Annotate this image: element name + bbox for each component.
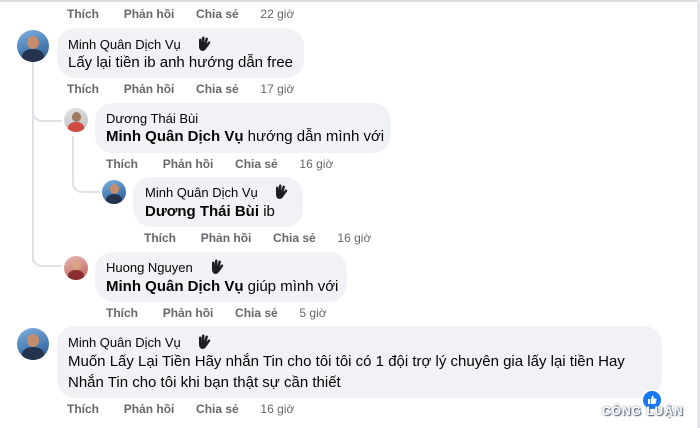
reply-button[interactable]: Phản hồi: [124, 402, 175, 416]
comment-text: Minh Quân Dịch Vụ giúp mình với: [106, 278, 339, 295]
avatar[interactable]: [17, 30, 49, 62]
reply-button[interactable]: Phản hồi: [201, 231, 252, 245]
top-divider: [0, 0, 700, 2]
comment-actions: Thích Phản hồi Chia sẻ 16 giờ: [67, 402, 294, 416]
reply-button[interactable]: Phản hồi: [124, 7, 175, 21]
share-button[interactable]: Chia sẻ: [235, 306, 278, 320]
avatar[interactable]: [64, 256, 88, 280]
waving-hand-icon: [199, 334, 211, 349]
like-button[interactable]: Thích: [144, 231, 176, 245]
share-button[interactable]: Chia sẻ: [273, 231, 316, 245]
share-button[interactable]: Chia sẻ: [196, 7, 239, 21]
comment-text-line: Muốn Lấy Lại Tiền Hãy nhắn Tin cho tôi t…: [68, 353, 625, 370]
reply-button[interactable]: Phản hồi: [124, 82, 175, 96]
like-button[interactable]: Thích: [67, 402, 99, 416]
comment-text-line: Nhắn Tin cho tôi khi bạn thật sự cần thi…: [68, 374, 341, 391]
like-button[interactable]: Thích: [67, 82, 99, 96]
comment-author[interactable]: Huong Nguyen: [106, 260, 193, 275]
reply-button[interactable]: Phản hồi: [163, 306, 214, 320]
avatar[interactable]: [64, 108, 88, 132]
comment-time[interactable]: 16 giờ: [260, 402, 294, 416]
comment-actions: Thích Phản hồi Chia sẻ 17 giờ: [67, 82, 294, 96]
thread-connector: [32, 100, 62, 122]
comment-time[interactable]: 17 giờ: [260, 82, 294, 96]
thread-line: [72, 136, 74, 176]
comment-time[interactable]: 5 giờ: [299, 306, 326, 320]
comment-text: Dương Thái Bùi ib: [145, 203, 275, 220]
comment-actions: Thích Phản hồi Chia sẻ 22 giờ: [67, 7, 294, 21]
comment-author[interactable]: Minh Quân Dịch Vụ: [68, 37, 181, 52]
thread-connector: [72, 173, 100, 193]
share-button[interactable]: Chia sẻ: [196, 82, 239, 96]
comment-author[interactable]: Dương Thái Bùi: [106, 111, 198, 126]
mention-link[interactable]: Minh Quân Dịch Vụ: [106, 278, 244, 295]
avatar[interactable]: [102, 180, 126, 204]
thread-connector: [32, 245, 62, 267]
comment-author[interactable]: Minh Quân Dịch Vụ: [145, 185, 258, 200]
comment-actions: Thích Phản hồi Chia sẻ 5 giờ: [106, 306, 327, 320]
like-button[interactable]: Thích: [106, 306, 138, 320]
comment-time[interactable]: 16 giờ: [299, 157, 333, 171]
thread-line: [32, 62, 34, 262]
comment-author[interactable]: Minh Quân Dịch Vụ: [68, 335, 181, 350]
waving-hand-icon: [276, 184, 288, 199]
reply-button[interactable]: Phản hồi: [163, 157, 214, 171]
mention-link[interactable]: Minh Quân Dịch Vụ: [106, 128, 244, 145]
comment-time[interactable]: 22 giờ: [260, 7, 294, 21]
like-button[interactable]: Thích: [67, 7, 99, 21]
share-button[interactable]: Chia sẻ: [196, 402, 239, 416]
waving-hand-icon: [199, 36, 211, 51]
waving-hand-icon: [212, 259, 224, 274]
watermark: CÔNG LUẬN: [602, 404, 684, 418]
mention-link[interactable]: Dương Thái Bùi: [145, 203, 259, 220]
avatar[interactable]: [17, 328, 49, 360]
like-button[interactable]: Thích: [106, 157, 138, 171]
comment-text: Lấy lại tiền ib anh hướng dẫn free: [68, 54, 294, 71]
comment-time[interactable]: 16 giờ: [337, 231, 371, 245]
share-button[interactable]: Chia sẻ: [235, 157, 278, 171]
comment-actions: Thích Phản hồi Chia sẻ 16 giờ: [106, 157, 333, 171]
comment-actions: Thích Phản hồi Chia sẻ 16 giờ: [144, 231, 371, 245]
comment-text: Minh Quân Dịch Vụ hướng dẫn mình với: [106, 128, 385, 145]
